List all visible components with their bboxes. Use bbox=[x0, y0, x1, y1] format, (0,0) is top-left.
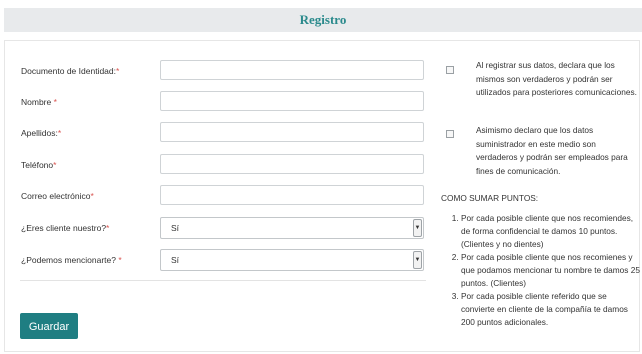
list-item: Por cada posible cliente que nos recomie… bbox=[461, 251, 640, 290]
nombre-label: Nombre * bbox=[21, 97, 57, 107]
consent-text-1: Al registrar sus datos, declara que los … bbox=[476, 60, 637, 97]
mencionar-select-value: Sí bbox=[171, 255, 180, 265]
consent-checkbox-2[interactable] bbox=[446, 130, 454, 138]
telefono-input[interactable] bbox=[160, 154, 424, 174]
cliente-label: ¿Eres cliente nuestro?* bbox=[21, 223, 110, 233]
page-title: Registro bbox=[299, 12, 347, 27]
consent-checkbox-1[interactable] bbox=[446, 66, 454, 74]
form-row-documento: Documento de Identidad:* bbox=[0, 60, 430, 82]
cliente-select[interactable]: Sí ▼ bbox=[160, 217, 424, 239]
form-row-mencionar: ¿Podemos mencionarte? * Sí ▼ bbox=[0, 249, 430, 271]
form-row-apellidos: Apellidos:* bbox=[0, 122, 430, 144]
telefono-label: Teléfono* bbox=[21, 160, 57, 170]
documento-label: Documento de Identidad:* bbox=[21, 66, 120, 76]
mencionar-label: ¿Podemos mencionarte? * bbox=[21, 255, 122, 265]
correo-input[interactable] bbox=[160, 185, 424, 205]
chevron-down-icon[interactable]: ▼ bbox=[413, 219, 422, 237]
form-divider bbox=[20, 280, 426, 281]
list-item: Por cada posible cliente referido que se… bbox=[461, 290, 640, 329]
chevron-down-icon[interactable]: ▼ bbox=[413, 251, 422, 269]
consent-text-2: Asimismo declaro que los datos suministr… bbox=[476, 125, 628, 176]
cliente-select-value: Sí bbox=[171, 223, 180, 233]
nombre-input[interactable] bbox=[160, 91, 424, 111]
correo-label: Correo electrónico* bbox=[21, 191, 94, 201]
list-item: Por cada posible cliente que nos recomie… bbox=[461, 212, 640, 251]
page-header: Registro bbox=[4, 8, 642, 32]
guardar-button[interactable]: Guardar bbox=[20, 313, 78, 339]
apellidos-input[interactable] bbox=[160, 122, 424, 142]
mencionar-select[interactable]: Sí ▼ bbox=[160, 249, 424, 271]
form-row-cliente: ¿Eres cliente nuestro?* Sí ▼ bbox=[0, 217, 430, 239]
documento-input[interactable] bbox=[160, 60, 424, 80]
points-heading: COMO SUMAR PUNTOS: bbox=[441, 193, 539, 203]
form-row-telefono: Teléfono* bbox=[0, 154, 430, 176]
apellidos-label: Apellidos:* bbox=[21, 128, 62, 138]
form-row-correo: Correo electrónico* bbox=[0, 185, 430, 207]
form-row-nombre: Nombre * bbox=[0, 91, 430, 113]
points-list: Por cada posible cliente que nos recomie… bbox=[445, 212, 640, 329]
